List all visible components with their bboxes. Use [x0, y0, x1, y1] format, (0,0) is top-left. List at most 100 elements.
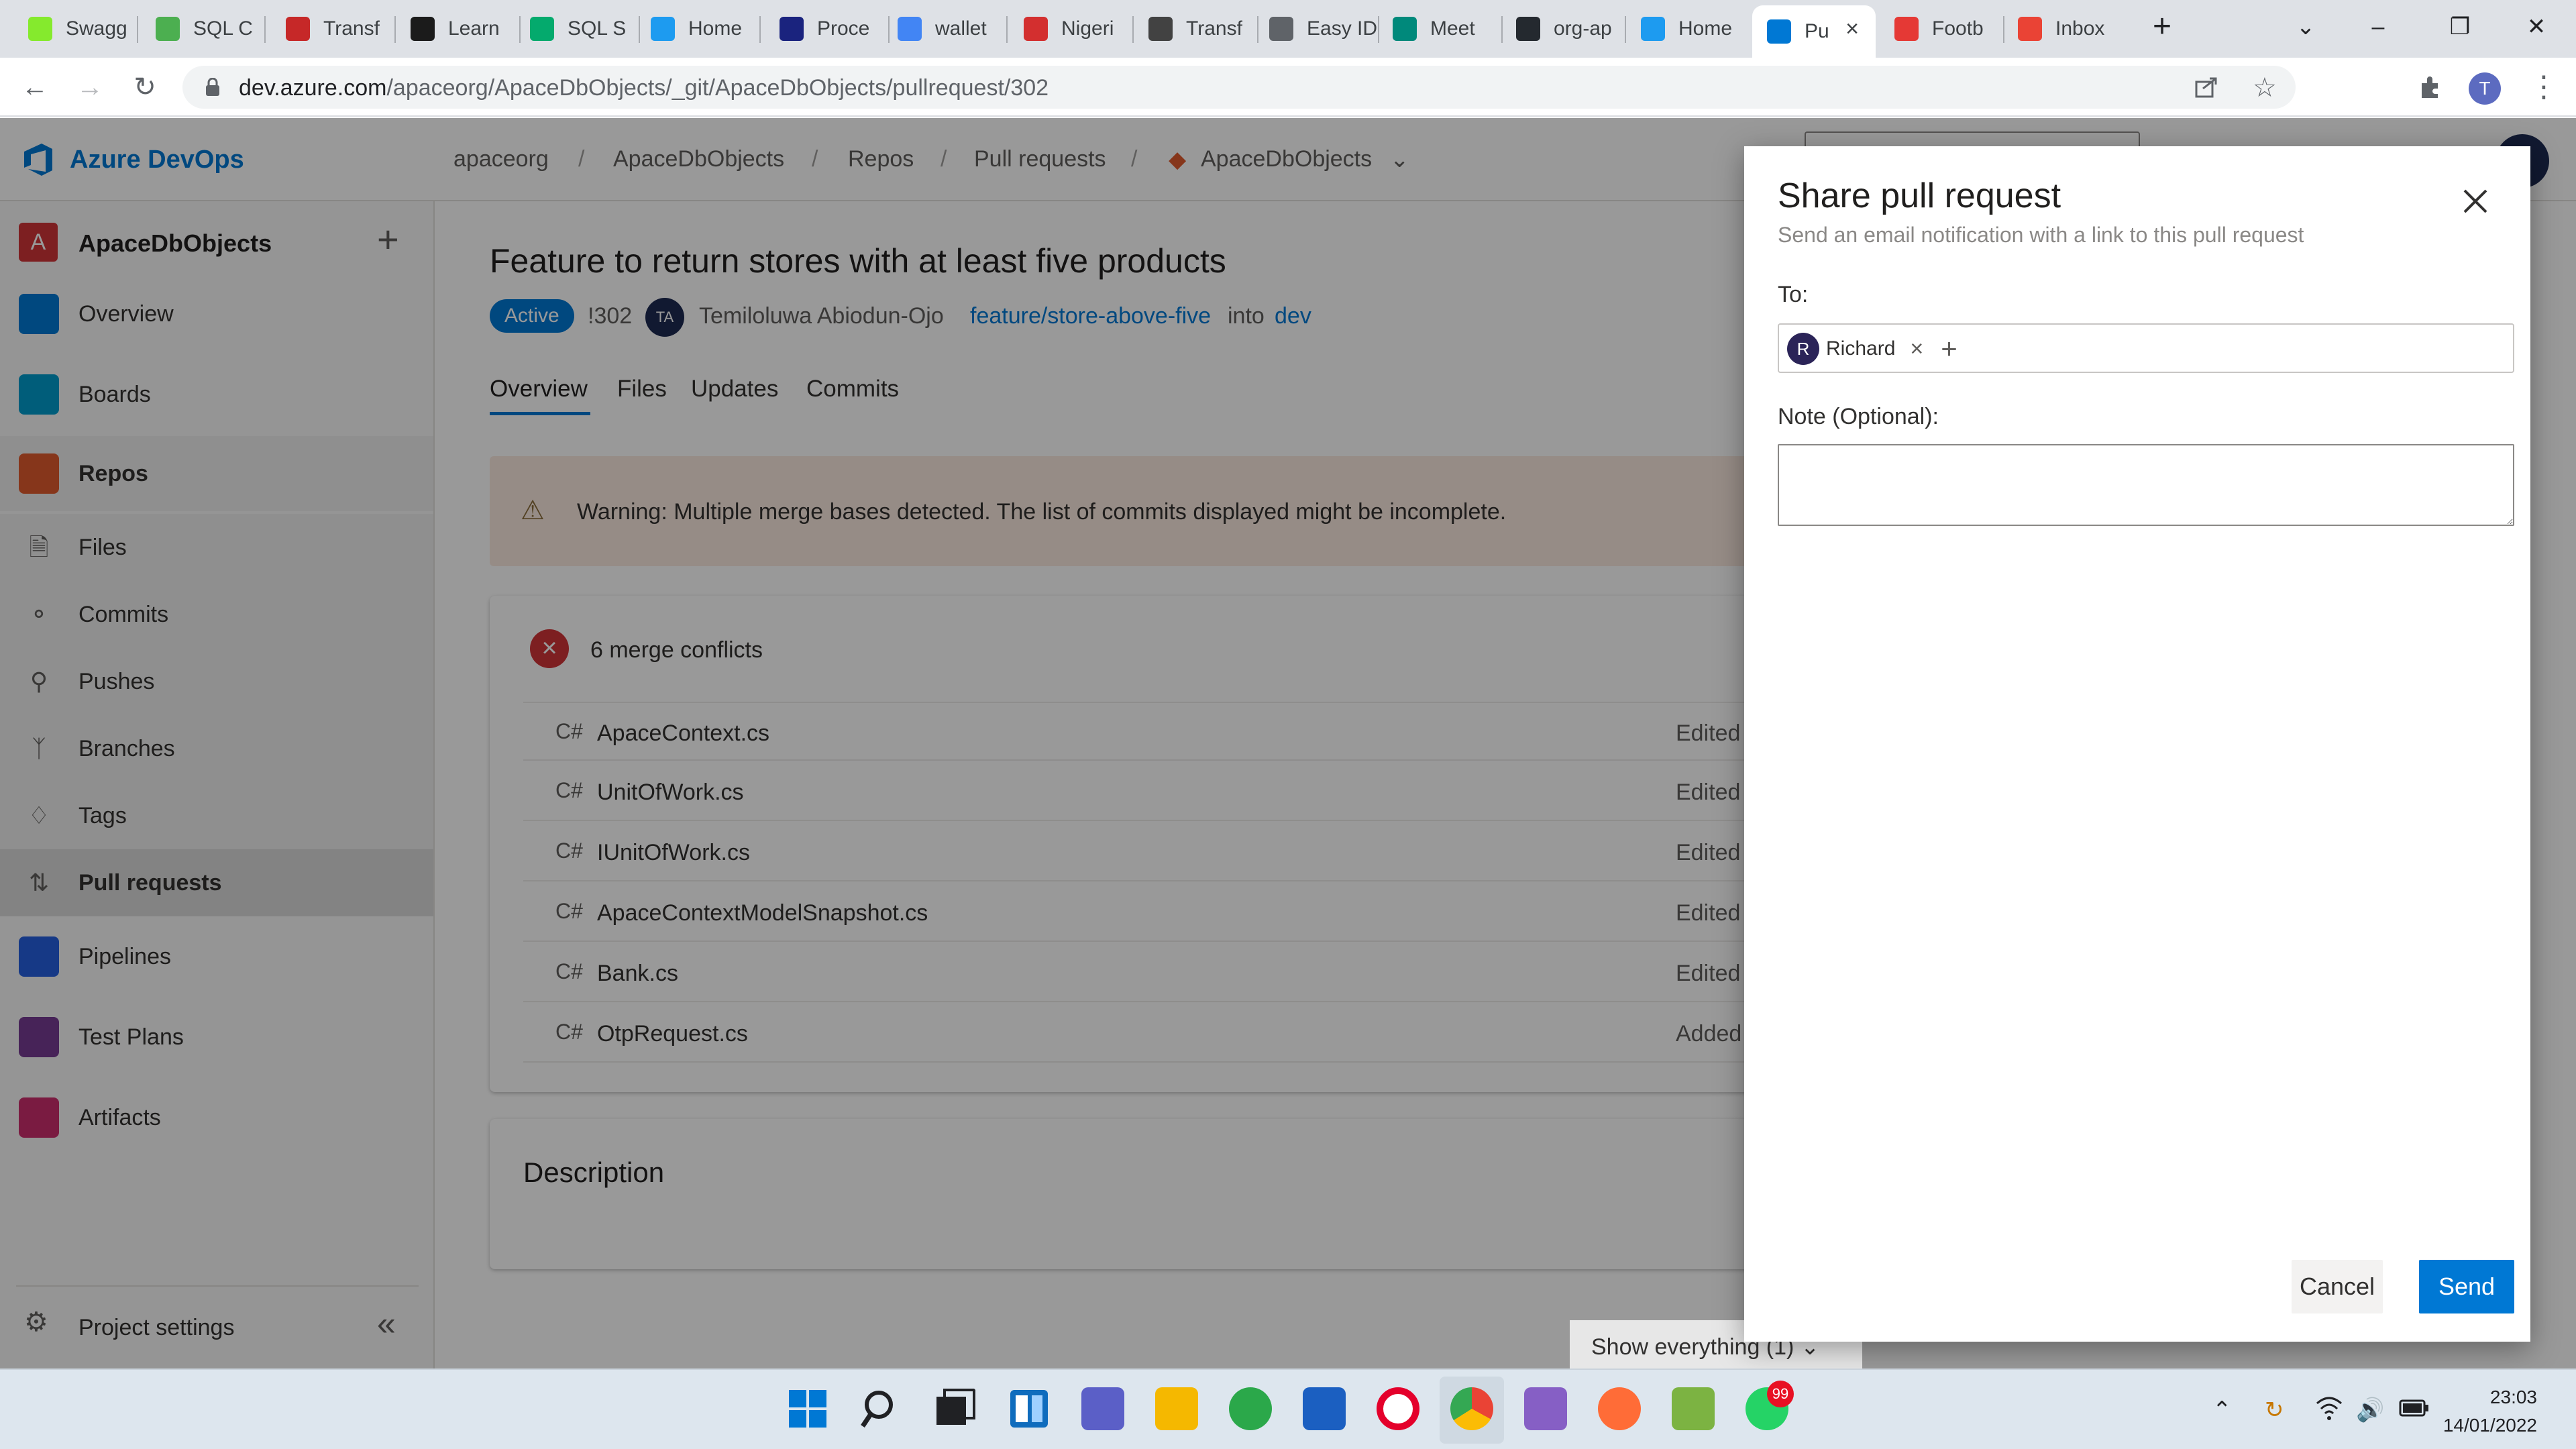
clock-date: 14/01/2022	[2443, 1415, 2537, 1436]
minimize-icon[interactable]: –	[2348, 7, 2408, 47]
sync-icon[interactable]: ↻	[2265, 1397, 2284, 1424]
recipient-chip: R Richard × +	[1787, 333, 1957, 365]
address-bar[interactable]: dev.azure.com/apaceorg/ApaceDbObjects/_g…	[182, 66, 2296, 109]
browser-menu-icon[interactable]: ⋮	[2529, 70, 2559, 104]
share-icon[interactable]	[2195, 76, 2218, 98]
transfer2-icon	[1148, 17, 1173, 41]
dialog-title: Share pull request	[1778, 176, 2061, 215]
remove-recipient-icon[interactable]: ×	[1910, 336, 1923, 362]
gmail-icon	[2018, 17, 2042, 41]
browser-tab[interactable]: Inbox	[2003, 5, 2125, 52]
meet-icon	[1393, 17, 1417, 41]
twitter-icon	[1641, 17, 1665, 41]
dialog-subtitle: Send an email notification with a link t…	[1778, 223, 2304, 247]
to-label: To:	[1778, 282, 1809, 307]
profile-avatar[interactable]: T	[2469, 72, 2501, 105]
transfer-icon	[286, 17, 310, 41]
tool-icon[interactable]	[1672, 1387, 1715, 1430]
w3schools-icon	[530, 17, 554, 41]
edge-icon[interactable]	[1229, 1387, 1272, 1430]
close-tab-icon[interactable]: ×	[1841, 17, 1864, 40]
widgets-icon[interactable]	[1008, 1387, 1051, 1430]
reload-icon[interactable]: ↻	[125, 67, 165, 107]
tab-separator	[759, 16, 761, 43]
cancel-button[interactable]: Cancel	[2292, 1260, 2383, 1313]
browser-tab[interactable]: Transf	[1134, 5, 1256, 52]
battery-icon[interactable]	[2399, 1398, 2430, 1418]
browser-tab-title: Proce	[817, 17, 870, 40]
back-arrow-icon[interactable]: ←	[15, 67, 55, 107]
clock-time: 23:03	[2489, 1387, 2537, 1407]
postman-icon[interactable]	[1598, 1387, 1641, 1430]
send-button[interactable]: Send	[2419, 1260, 2514, 1313]
browser-tab-strip: Swagg SQL C Transf Learn SQL S Home Proce walle…	[0, 0, 2576, 58]
search-icon[interactable]	[860, 1387, 903, 1430]
tab-separator	[1006, 16, 1008, 43]
window-close-icon[interactable]: ✕	[2506, 7, 2567, 47]
avatar: R	[1787, 333, 1819, 365]
browser-tab-title: SQL C	[193, 17, 253, 40]
browser-tab-title: Inbox	[2055, 17, 2105, 40]
chevron-up-icon[interactable]: ⌃	[2212, 1397, 2232, 1424]
note-input[interactable]	[1778, 444, 2514, 526]
restore-icon[interactable]: ❐	[2430, 7, 2490, 47]
new-tab-button[interactable]: +	[2132, 7, 2192, 47]
browser-tab[interactable]: Swagg	[13, 5, 136, 52]
browser-toolbar: ← → ↻ dev.azure.com/apaceorg/ApaceDbObje…	[0, 58, 2576, 117]
news-icon	[1024, 17, 1048, 41]
browser-tab[interactable]: Learn	[396, 5, 518, 52]
opera-icon[interactable]	[1377, 1387, 1419, 1430]
windows-start-icon[interactable]	[786, 1387, 829, 1430]
extensions-puzzle-icon[interactable]	[2418, 74, 2445, 101]
browser-tab-title: org-ap	[1554, 17, 1612, 40]
browser-tab[interactable]: Home	[636, 5, 758, 52]
browser-tab-title: Home	[688, 17, 743, 40]
visual-studio-icon[interactable]	[1524, 1387, 1567, 1430]
browser-tab[interactable]: SQL S	[515, 5, 637, 52]
sql-icon	[156, 17, 180, 41]
wifi-icon[interactable]	[2316, 1395, 2343, 1421]
browser-tab[interactable]: Footb	[1880, 5, 2002, 52]
browser-tab-title: Transf	[323, 17, 380, 40]
browser-tab[interactable]: Easy ID	[1254, 5, 1377, 52]
browser-tab-title: SQL S	[568, 17, 627, 40]
globe-icon	[1269, 17, 1293, 41]
swagger-icon	[28, 17, 52, 41]
url-path: /apaceorg/ApaceDbObjects/_git/ApaceDbObj…	[386, 75, 1049, 101]
url-host: dev.azure.com	[239, 75, 387, 101]
volume-icon[interactable]: 🔊	[2356, 1397, 2384, 1424]
browser-tab[interactable]: wallet	[883, 5, 1005, 52]
browser-tab[interactable]: Transf	[271, 5, 393, 52]
browser-tab[interactable]: Nigeri	[1009, 5, 1131, 52]
browser-tab-title: Nigeri	[1061, 17, 1114, 40]
browser-tab[interactable]: Home	[1626, 5, 1748, 52]
windows-taskbar: 99 ⌃ ↻ 🔊 23:03 14/01/2022	[0, 1368, 2576, 1449]
azure-devops-icon	[1767, 19, 1791, 44]
share-pr-dialog: Share pull request Send an email notific…	[1744, 146, 2530, 1342]
tab-search-icon[interactable]: ⌄	[2275, 7, 2336, 47]
add-recipient-icon[interactable]: +	[1941, 333, 1957, 365]
browser-tab-title: Learn	[448, 17, 500, 40]
store-icon[interactable]	[1303, 1387, 1346, 1430]
file-explorer-icon[interactable]	[1155, 1387, 1198, 1430]
browser-tab[interactable]: SQL C	[141, 5, 263, 52]
browser-tab-title: Meet	[1430, 17, 1475, 40]
task-view-icon[interactable]	[934, 1387, 977, 1430]
teams-chat-icon[interactable]	[1081, 1387, 1124, 1430]
browser-tab-title: wallet	[935, 17, 987, 40]
browser-tab-title: Easy ID	[1307, 17, 1377, 40]
twitter-icon	[651, 17, 675, 41]
browser-tab[interactable]: Pu ×	[1752, 5, 1876, 58]
url-text[interactable]: dev.azure.com/apaceorg/ApaceDbObjects/_g…	[239, 75, 1049, 101]
browser-tab[interactable]: Meet	[1378, 5, 1500, 52]
close-icon[interactable]	[2455, 181, 2496, 221]
bookmark-star-icon[interactable]: ☆	[2253, 72, 2277, 103]
football-icon	[1894, 17, 1919, 41]
browser-tab[interactable]: org-ap	[1501, 5, 1623, 52]
browser-tab[interactable]: Proce	[765, 5, 887, 52]
recipients-field[interactable]: R Richard × +	[1778, 323, 2514, 373]
system-clock[interactable]: 23:03 14/01/2022	[2443, 1383, 2537, 1440]
chrome-icon[interactable]	[1450, 1387, 1493, 1430]
recipient-name: Richard	[1826, 337, 1896, 360]
forward-arrow-icon[interactable]: →	[70, 67, 110, 107]
